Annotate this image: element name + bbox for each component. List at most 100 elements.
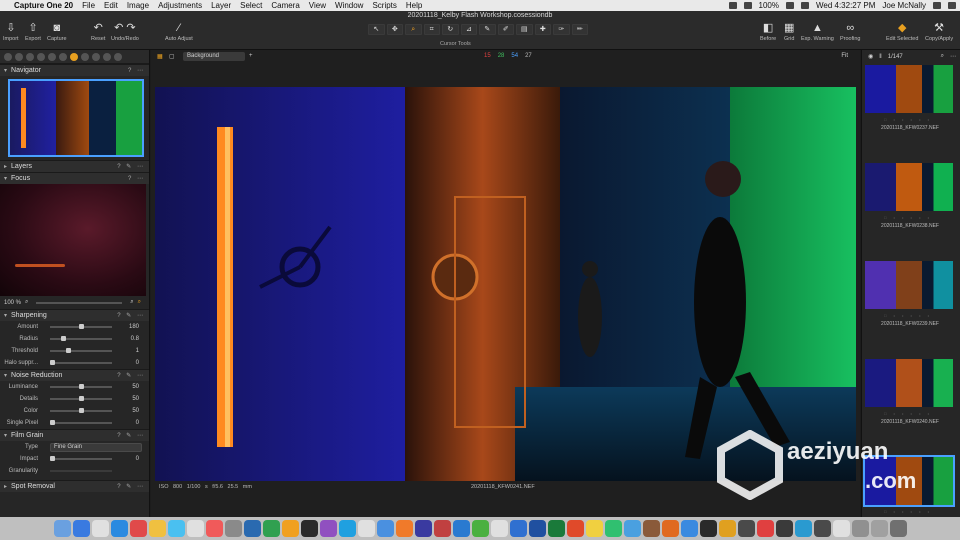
dock-app-icon[interactable] [718, 520, 736, 537]
grid-button[interactable]: ▦ Grid [784, 23, 794, 43]
battery-percent[interactable]: 100% [759, 1, 779, 10]
dock-app-icon[interactable] [205, 520, 223, 537]
thumbnail-rating[interactable]: □ • • • • • [884, 509, 932, 514]
dock-app-icon[interactable] [737, 520, 755, 537]
sharpening-value[interactable]: 0.8 [131, 336, 139, 342]
annotate-tool-icon[interactable]: ✏ [571, 24, 588, 35]
thumbnail[interactable] [865, 65, 953, 113]
undo-redo-button[interactable]: ↶ ↷ Undo/Redo [111, 23, 139, 43]
menu-user[interactable]: Joe McNally [882, 1, 926, 10]
dock-app-icon[interactable] [91, 520, 109, 537]
focus-header[interactable]: ▾ Focus? ⋯ [0, 172, 149, 184]
noise-slider[interactable] [50, 384, 112, 389]
thumbnail[interactable] [865, 163, 953, 211]
zoom-fit[interactable]: Fit [841, 53, 848, 59]
import-button[interactable]: ⇩ Import [3, 23, 19, 43]
eye-icon[interactable]: ◉ [868, 53, 873, 60]
menu-window[interactable]: Window [335, 1, 363, 10]
picker-tool-icon[interactable]: ✑ [553, 24, 570, 35]
keystone-tool-icon[interactable]: ⊿ [460, 24, 477, 35]
film-grain-header[interactable]: ▾ Film Grain? ✎ ⋯ [0, 429, 149, 441]
auto-adjust-button[interactable]: ⁄ Auto Adjust [165, 23, 193, 43]
thumbnail-rating[interactable]: □ • • • • • [884, 117, 932, 122]
edit-selected-button[interactable]: ◆ Edit Selected [886, 23, 918, 43]
dock-app-icon[interactable] [433, 520, 451, 537]
menu-app-name[interactable]: Capture One 20 [14, 1, 73, 10]
wifi-icon[interactable] [743, 2, 752, 9]
crop-tool-icon[interactable]: ⌗ [423, 24, 440, 35]
adjustments-tab-icon[interactable] [81, 52, 89, 61]
slider-knob[interactable] [78, 384, 84, 389]
output-tab-icon[interactable] [103, 52, 111, 61]
dock-app-icon[interactable] [300, 520, 318, 537]
grain-type-select[interactable]: Fine Grain [50, 442, 142, 452]
pan-tool-icon[interactable]: ✥ [386, 24, 403, 35]
thumbnail[interactable] [865, 261, 953, 309]
dock-app-icon[interactable] [262, 520, 280, 537]
dock-app-icon[interactable] [851, 520, 869, 537]
noise-value[interactable]: 0 [136, 420, 139, 426]
count-red[interactable]: 15 [484, 53, 491, 59]
dock-app-icon[interactable] [661, 520, 679, 537]
dock-app-icon[interactable] [186, 520, 204, 537]
sharpening-value[interactable]: 180 [129, 324, 139, 330]
dock-app-icon[interactable] [452, 520, 470, 537]
slider-knob[interactable] [50, 420, 55, 425]
dock-app-icon[interactable] [490, 520, 508, 537]
search-icon[interactable] [933, 2, 941, 9]
dock-app-icon[interactable] [224, 520, 242, 537]
navigator-header[interactable]: ▾ Navigator? ⋯ [0, 64, 149, 76]
sharpening-header[interactable]: ▾ Sharpening? ✎ ⋯ [0, 309, 149, 321]
dock-app-icon[interactable] [129, 520, 147, 537]
add-layer-icon[interactable]: + [249, 53, 253, 59]
dock-app-icon[interactable] [528, 520, 546, 537]
dock-app-icon[interactable] [870, 520, 888, 537]
dock-app-icon[interactable] [338, 520, 356, 537]
lens-tab-icon[interactable] [26, 52, 34, 61]
layers-header[interactable]: ▸ Layers? ✎ ⋯ [0, 160, 149, 172]
select-tool-icon[interactable]: ↖ [368, 24, 385, 35]
menu-layer[interactable]: Layer [211, 1, 231, 10]
grain-impact-slider[interactable] [50, 456, 112, 461]
control-center-icon[interactable] [948, 2, 956, 9]
focus-loupe-icon[interactable]: ⌕ [138, 299, 141, 306]
slider-knob[interactable] [78, 396, 84, 401]
dock-app-icon[interactable] [509, 520, 527, 537]
more-icon[interactable]: ⋯ [950, 53, 956, 60]
main-photo[interactable] [155, 87, 856, 481]
grain-granularity-slider[interactable] [50, 470, 112, 472]
count-blue[interactable]: 54 [511, 53, 518, 59]
count-green[interactable]: 28 [498, 53, 505, 59]
dock-app-icon[interactable] [699, 520, 717, 537]
menu-help[interactable]: Help [406, 1, 422, 10]
loupe-tool-icon[interactable]: ⌕ [405, 24, 422, 35]
zoom-in-icon[interactable]: ⌕ [130, 299, 133, 306]
sharpening-slider[interactable] [50, 348, 112, 353]
sharpening-slider[interactable] [50, 324, 112, 329]
thumbnail[interactable] [865, 359, 953, 407]
menu-clock[interactable]: Wed 4:32:27 PM [816, 1, 875, 10]
brush-tool-icon[interactable]: ✎ [479, 24, 496, 35]
noise-value[interactable]: 50 [132, 396, 139, 402]
focus-preview[interactable] [0, 184, 146, 296]
thumbnail-rating[interactable]: □ • • • • • [884, 215, 932, 220]
dock-app-icon[interactable] [794, 520, 812, 537]
noise-value[interactable]: 50 [132, 384, 139, 390]
capture-tab-icon[interactable] [15, 52, 23, 61]
color-tab-icon[interactable] [37, 52, 45, 61]
dock-app-icon[interactable] [72, 520, 90, 537]
details-tab-icon[interactable] [70, 52, 78, 61]
slider-knob[interactable] [50, 360, 55, 365]
slider-knob[interactable] [61, 336, 67, 341]
dock-app-icon[interactable] [756, 520, 774, 537]
dock-app-icon[interactable] [148, 520, 166, 537]
dock-app-icon[interactable] [623, 520, 641, 537]
exposure-warning-button[interactable]: ▲ Exp. Warning [801, 23, 834, 43]
metadata-tab-icon[interactable] [92, 52, 100, 61]
slider-knob[interactable] [65, 348, 71, 353]
dock-app-icon[interactable] [813, 520, 831, 537]
grid-view-icon[interactable]: ▦ [157, 53, 163, 60]
capture-button[interactable]: ◙ Capture [47, 23, 67, 43]
erase-tool-icon[interactable]: ✐ [497, 24, 514, 35]
dock-app-icon[interactable] [110, 520, 128, 537]
